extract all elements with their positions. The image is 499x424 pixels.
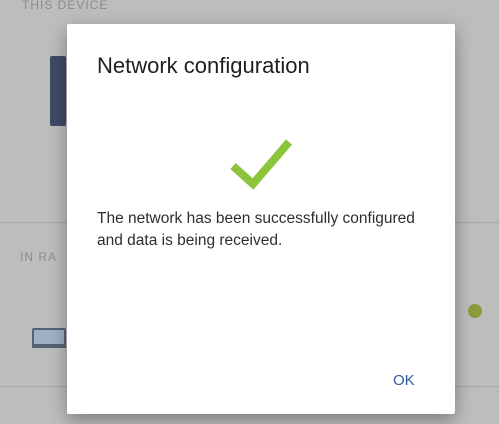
ok-button[interactable]: OK — [379, 366, 429, 395]
status-dot-icon — [468, 304, 482, 318]
laptop-icon — [32, 328, 66, 348]
section-header-in-range: IN RA — [20, 250, 58, 264]
check-icon — [230, 139, 293, 190]
dialog-title: Network configuration — [97, 53, 310, 78]
dialog-message: The network has been successfully config… — [97, 210, 415, 249]
network-configuration-dialog: Network configuration The network has be… — [67, 24, 455, 414]
app-screen: THIS DEVICE IN RA Network configuration … — [0, 0, 499, 424]
section-header-this-device: THIS DEVICE — [22, 0, 109, 12]
device-image — [50, 56, 66, 126]
